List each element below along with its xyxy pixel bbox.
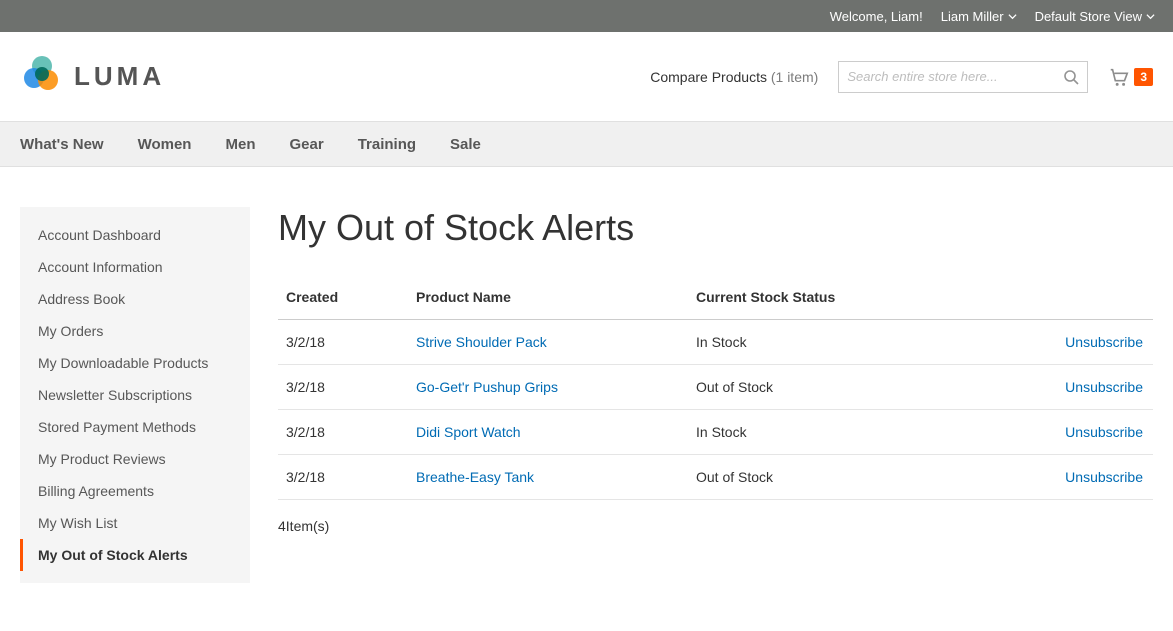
cell-action: Unsubscribe [1013, 455, 1153, 500]
header: LUMA Compare Products (1 item) 3 [0, 32, 1173, 121]
brand-name: LUMA [74, 61, 165, 92]
logo-icon [20, 52, 64, 101]
sidebar-item-billing-agreements[interactable]: Billing Agreements [20, 475, 250, 507]
main-content: Account DashboardAccount InformationAddr… [0, 167, 1173, 623]
sidebar-item-my-product-reviews[interactable]: My Product Reviews [20, 443, 250, 475]
sidebar-item-account-dashboard[interactable]: Account Dashboard [20, 219, 250, 251]
main-nav: What's New Women Men Gear Training Sale [0, 121, 1173, 167]
cell-status: In Stock [688, 410, 1013, 455]
sidebar-item-my-wish-list[interactable]: My Wish List [20, 507, 250, 539]
sidebar-item-stored-payment-methods[interactable]: Stored Payment Methods [20, 411, 250, 443]
search-icon[interactable] [1063, 69, 1079, 85]
cell-created: 3/2/18 [278, 410, 408, 455]
nav-item-training[interactable]: Training [358, 136, 416, 153]
user-name: Liam Miller [941, 9, 1004, 24]
content-area: My Out of Stock Alerts Created Product N… [278, 207, 1153, 534]
col-status: Current Stock Status [688, 279, 1013, 320]
compare-label: Compare Products [650, 69, 767, 85]
cell-product: Breathe-Easy Tank [408, 455, 688, 500]
table-row: 3/2/18 Didi Sport Watch In Stock Unsubscrib… [278, 410, 1153, 455]
welcome-message: Welcome, Liam! [830, 9, 923, 24]
cell-status: Out of Stock [688, 365, 1013, 410]
cart-icon [1108, 66, 1130, 88]
table-row: 3/2/18 Strive Shoulder Pack In Stock Unsubs… [278, 320, 1153, 365]
unsubscribe-link[interactable]: Unsubscribe [1065, 334, 1143, 350]
compare-count: (1 item) [771, 69, 818, 85]
search-box[interactable] [838, 61, 1088, 93]
account-sidebar: Account DashboardAccount InformationAddr… [20, 207, 250, 583]
cell-created: 3/2/18 [278, 455, 408, 500]
col-product: Product Name [408, 279, 688, 320]
cart-count-badge: 3 [1134, 68, 1153, 86]
sidebar-item-newsletter-subscriptions[interactable]: Newsletter Subscriptions [20, 379, 250, 411]
table-row: 3/2/18 Go-Get'r Pushup Grips Out of Stock U… [278, 365, 1153, 410]
cell-action: Unsubscribe [1013, 410, 1153, 455]
search-input[interactable] [847, 62, 1047, 92]
sidebar-item-my-downloadable-products[interactable]: My Downloadable Products [20, 347, 250, 379]
cell-created: 3/2/18 [278, 320, 408, 365]
product-link[interactable]: Go-Get'r Pushup Grips [416, 379, 558, 395]
nav-item-sale[interactable]: Sale [450, 136, 481, 153]
sidebar-item-my-out-of-stock-alerts[interactable]: My Out of Stock Alerts [20, 539, 250, 571]
alerts-table: Created Product Name Current Stock Statu… [278, 279, 1153, 500]
nav-item-women[interactable]: Women [138, 136, 192, 153]
unsubscribe-link[interactable]: Unsubscribe [1065, 424, 1143, 440]
col-action [1013, 279, 1153, 320]
nav-item-what-s-new[interactable]: What's New [20, 136, 104, 153]
product-link[interactable]: Strive Shoulder Pack [416, 334, 547, 350]
cell-created: 3/2/18 [278, 365, 408, 410]
logo[interactable]: LUMA [20, 52, 165, 101]
chevron-down-icon [1008, 12, 1017, 21]
store-view-label: Default Store View [1035, 9, 1142, 24]
user-menu[interactable]: Liam Miller [941, 9, 1017, 24]
compare-products-link[interactable]: Compare Products (1 item) [650, 69, 818, 85]
cell-action: Unsubscribe [1013, 365, 1153, 410]
cell-action: Unsubscribe [1013, 320, 1153, 365]
sidebar-item-my-orders[interactable]: My Orders [20, 315, 250, 347]
cell-product: Go-Get'r Pushup Grips [408, 365, 688, 410]
cell-status: In Stock [688, 320, 1013, 365]
table-row: 3/2/18 Breathe-Easy Tank Out of Stock Unsub… [278, 455, 1153, 500]
topbar: Welcome, Liam! Liam Miller Default Store… [0, 0, 1173, 32]
product-link[interactable]: Breathe-Easy Tank [416, 469, 534, 485]
cell-status: Out of Stock [688, 455, 1013, 500]
cart-link[interactable]: 3 [1108, 66, 1153, 88]
cell-product: Strive Shoulder Pack [408, 320, 688, 365]
col-created: Created [278, 279, 408, 320]
sidebar-item-account-information[interactable]: Account Information [20, 251, 250, 283]
unsubscribe-link[interactable]: Unsubscribe [1065, 379, 1143, 395]
store-view-switcher[interactable]: Default Store View [1035, 9, 1155, 24]
unsubscribe-link[interactable]: Unsubscribe [1065, 469, 1143, 485]
product-link[interactable]: Didi Sport Watch [416, 424, 521, 440]
sidebar-item-address-book[interactable]: Address Book [20, 283, 250, 315]
nav-item-gear[interactable]: Gear [289, 136, 323, 153]
nav-item-men[interactable]: Men [225, 136, 255, 153]
chevron-down-icon [1146, 12, 1155, 21]
cell-product: Didi Sport Watch [408, 410, 688, 455]
items-summary: 4Item(s) [278, 518, 1153, 534]
page-title: My Out of Stock Alerts [278, 207, 1153, 249]
